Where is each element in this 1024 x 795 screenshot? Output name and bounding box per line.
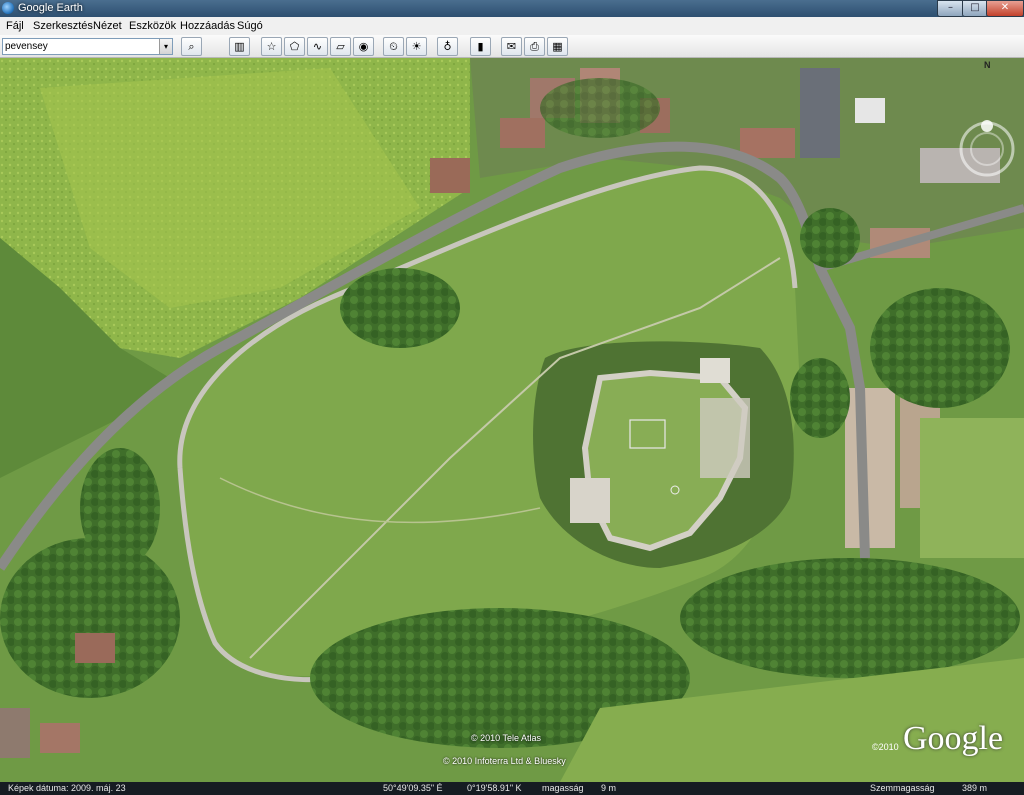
house-roof: [75, 633, 115, 663]
sidebar-icon[interactable]: ▥: [229, 37, 250, 56]
house-roof: [0, 708, 30, 758]
elevation-value: 9 m: [601, 783, 617, 793]
elevation-label: magasság: [542, 783, 584, 793]
menu-edit[interactable]: Szerkesztés: [33, 20, 93, 32]
eye-altitude-value: 389 m: [962, 783, 988, 793]
maximize-button[interactable]: □: [962, 0, 988, 17]
window-title: Google Earth: [18, 2, 83, 14]
google-earth-icon: [2, 2, 14, 14]
search-icon[interactable]: ⌕: [181, 37, 202, 56]
tree-cluster: [800, 208, 860, 268]
tree-cluster: [870, 288, 1010, 408]
menu-add[interactable]: Hozzáadás: [180, 20, 235, 32]
record-tour-icon[interactable]: ◉: [353, 37, 374, 56]
house-roof: [740, 128, 795, 158]
polygon-icon[interactable]: ⬠: [284, 37, 305, 56]
building-roof: [800, 68, 840, 158]
email-icon[interactable]: ✉: [501, 37, 522, 56]
compass-control[interactable]: [958, 120, 1016, 178]
search-input[interactable]: [3, 39, 157, 53]
placemark-icon[interactable]: ☆: [261, 37, 282, 56]
tree-cluster: [340, 268, 460, 348]
menu-view[interactable]: Nézet: [93, 20, 122, 32]
tree-cluster: [680, 558, 1020, 678]
tree-cluster: [0, 538, 180, 698]
logo-year: ©2010: [872, 742, 899, 752]
sunlight-icon[interactable]: ☀: [406, 37, 427, 56]
compass-north-label: N: [984, 60, 991, 70]
latitude-readout: 50°49'09.35" É: [383, 783, 443, 793]
planets-icon[interactable]: ♁: [437, 37, 458, 56]
castle-tower: [570, 478, 610, 523]
map-viewport[interactable]: N © 2010 Tele Atlas © 2010 Infoterra Ltd…: [0, 58, 1024, 782]
tree-cluster: [540, 78, 660, 138]
house-roof: [500, 118, 545, 148]
car-park: [845, 388, 895, 548]
house-roof: [430, 158, 470, 193]
menu-help[interactable]: Súgó: [237, 20, 263, 32]
search-combobox[interactable]: ▾: [2, 38, 173, 55]
building-roof: [855, 98, 885, 123]
house-roof: [40, 723, 80, 753]
google-maps-icon[interactable]: ▦: [547, 37, 568, 56]
path-icon[interactable]: ∿: [307, 37, 328, 56]
tree-cluster: [790, 358, 850, 438]
aerial-imagery: [0, 58, 1024, 782]
attribution-infoterra: © 2010 Infoterra Ltd & Bluesky: [443, 756, 566, 766]
print-icon[interactable]: ⎙: [524, 37, 545, 56]
image-overlay-icon[interactable]: ▱: [330, 37, 351, 56]
chevron-down-icon[interactable]: ▾: [159, 39, 172, 54]
menu-file[interactable]: Fájl: [6, 20, 24, 32]
eye-altitude-label: Szemmagasság: [870, 783, 935, 793]
gatehouse: [700, 358, 730, 383]
historical-imagery-icon[interactable]: ⏲: [383, 37, 404, 56]
paddock: [920, 418, 1024, 558]
title-bar: Google Earth – □ ✕: [0, 0, 1024, 17]
image-date: Képek dátuma: 2009. máj. 23: [8, 783, 126, 793]
castle-ruins: [700, 398, 750, 478]
minimize-button[interactable]: –: [937, 0, 964, 17]
toolbar: ▾ ⌕ ▥ ☆ ⬠ ∿ ▱ ◉ ⏲ ☀ ♁ ▮ ✉ ⎙ ▦: [0, 35, 1024, 58]
menu-bar: Fájl Szerkesztés Nézet Eszközök Hozzáadá…: [0, 17, 1024, 35]
ruler-icon[interactable]: ▮: [470, 37, 491, 56]
attribution-tele-atlas: © 2010 Tele Atlas: [471, 733, 542, 743]
tree-cluster: [80, 448, 160, 568]
close-button[interactable]: ✕: [986, 0, 1024, 17]
menu-tools[interactable]: Eszközök: [129, 20, 176, 32]
status-bar: Képek dátuma: 2009. máj. 23 50°49'09.35"…: [0, 782, 1024, 795]
longitude-readout: 0°19'58.91" K: [467, 783, 522, 793]
google-logo: Google: [903, 720, 1004, 757]
